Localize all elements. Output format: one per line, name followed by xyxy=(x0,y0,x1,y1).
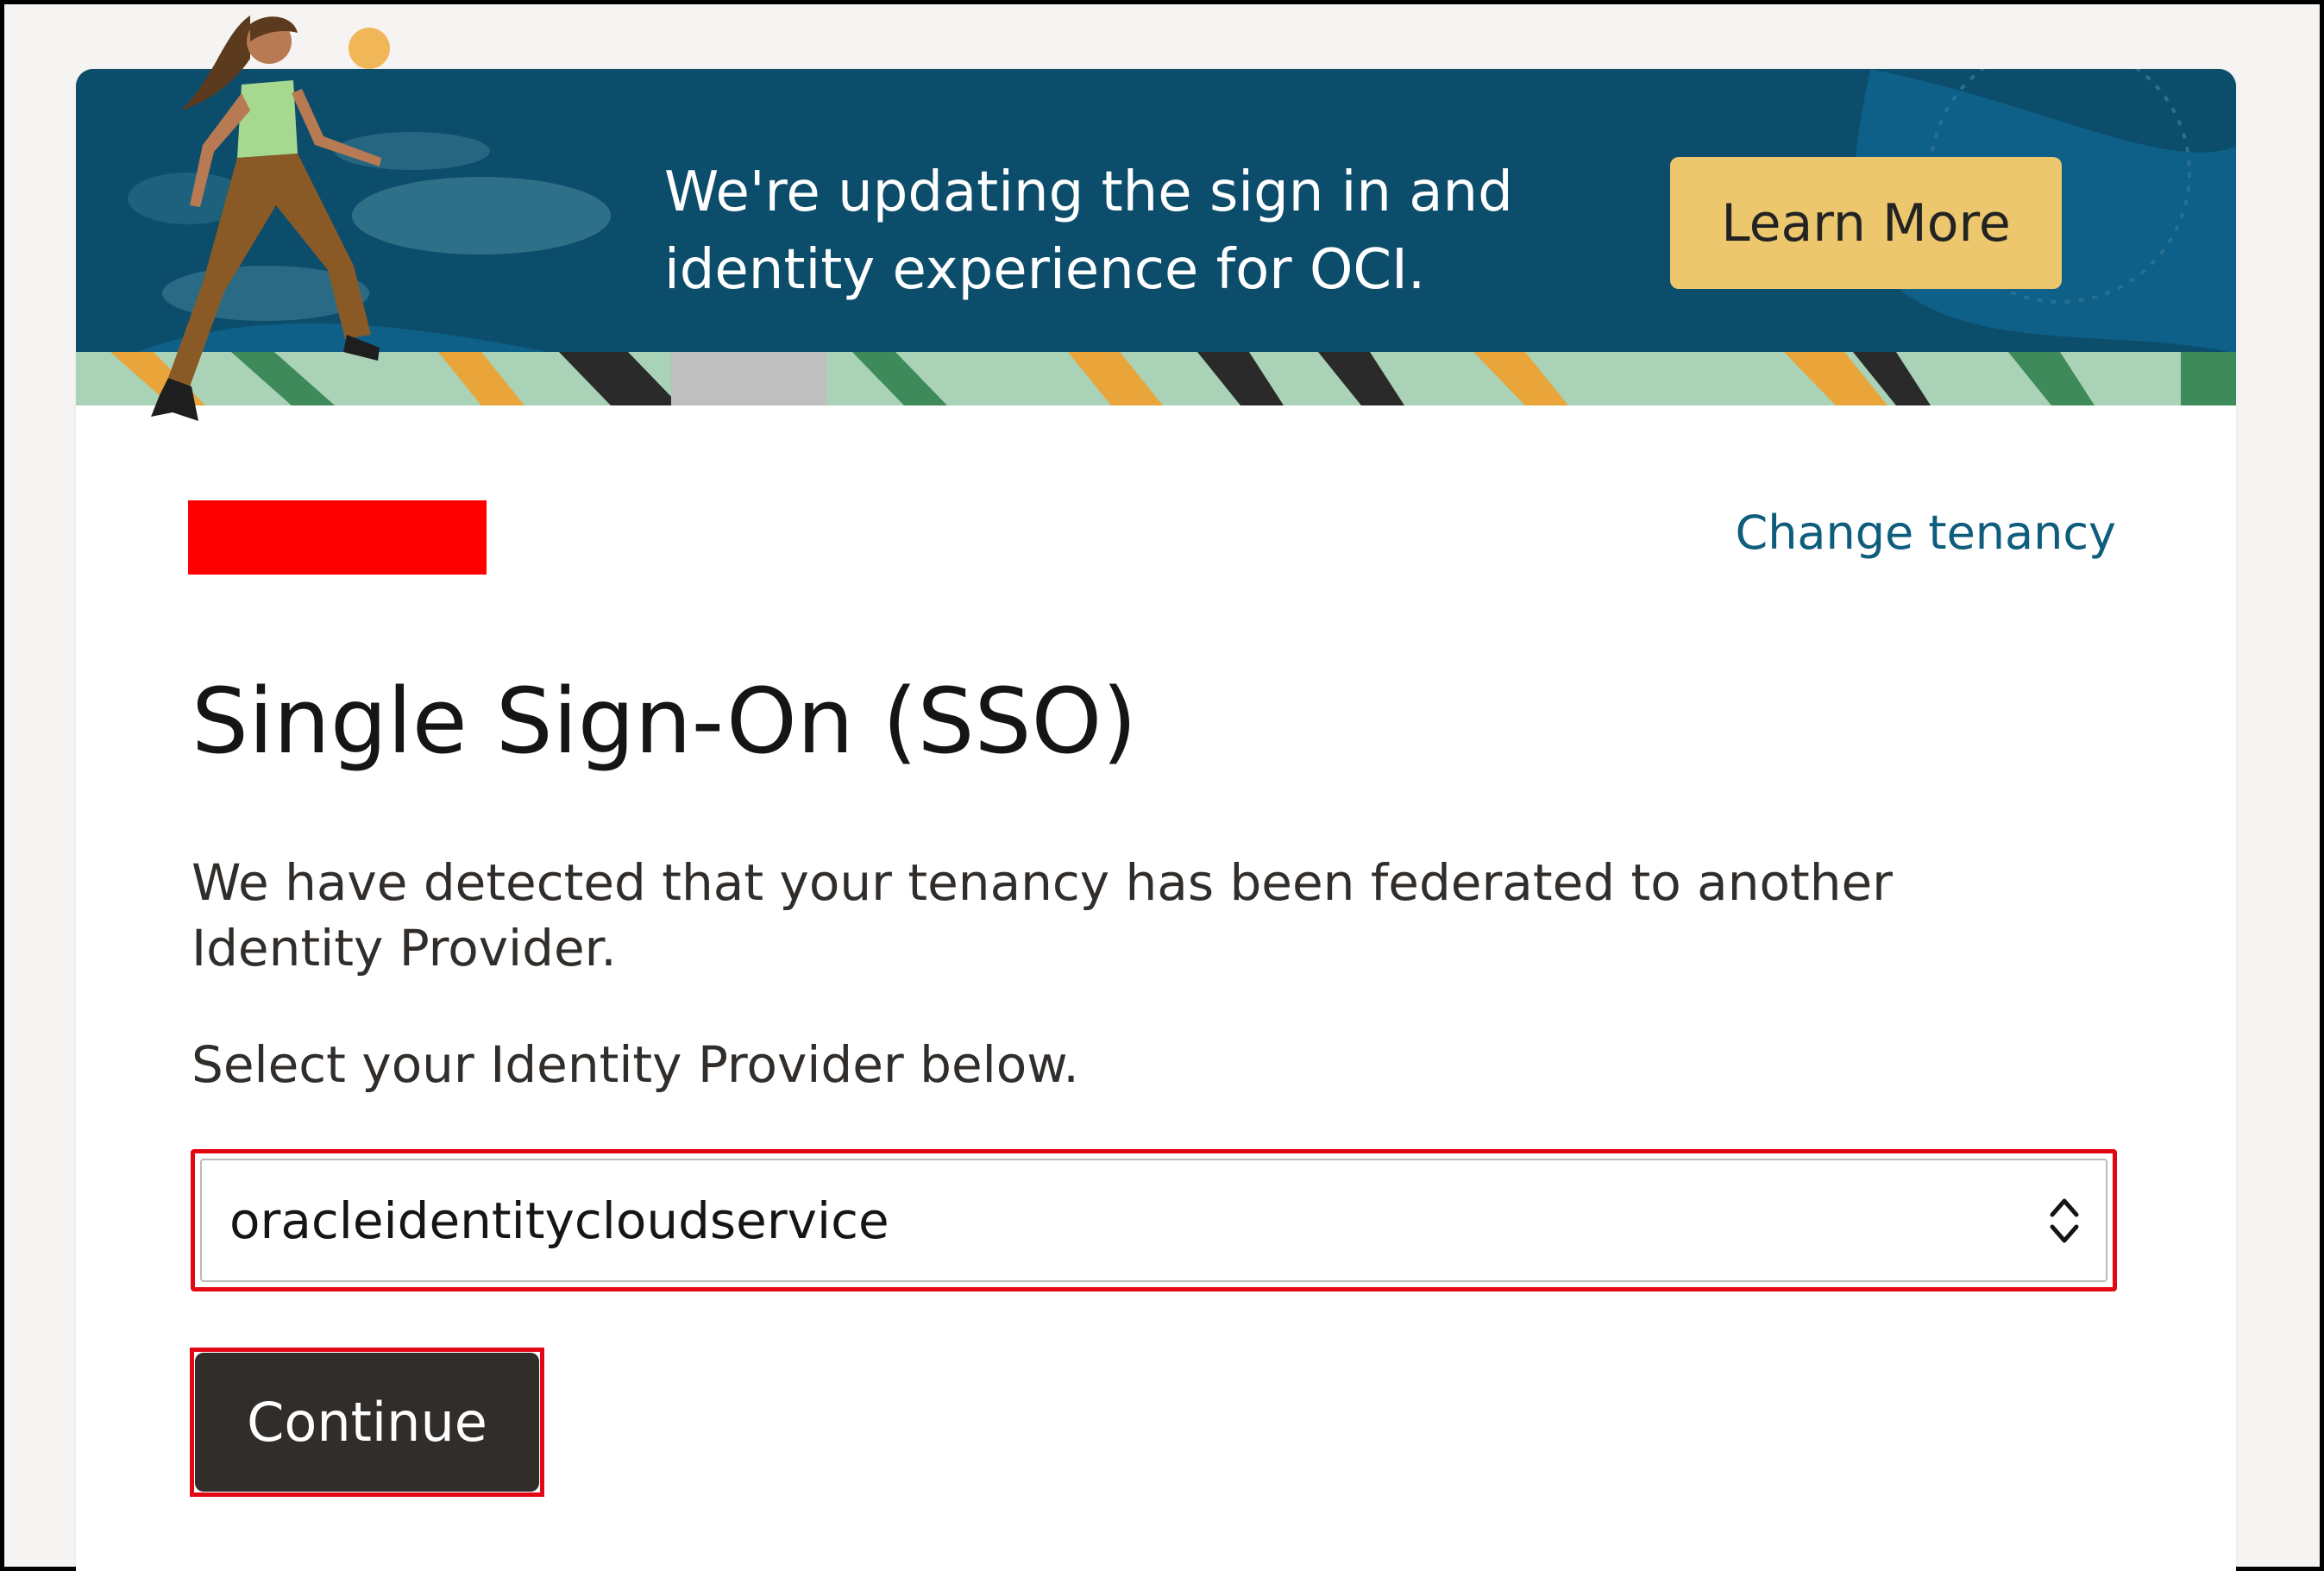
banner-line-2: identity experience for OCI. xyxy=(664,238,1426,302)
identity-provider-select[interactable]: oracleidentitycloudservice xyxy=(200,1159,2107,1282)
change-tenancy-link[interactable]: Change tenancy xyxy=(1736,506,2117,560)
federation-description: We have detected that your tenancy has b… xyxy=(192,853,1893,977)
banner-line-1: We're updating the sign in and xyxy=(664,160,1513,224)
identity-provider-highlight: oracleidentitycloudservice xyxy=(191,1149,2117,1291)
chevron-up-down-icon xyxy=(2050,1198,2079,1242)
redacted-tenancy-name xyxy=(188,500,487,575)
banner-message: We're updating the sign in and identity … xyxy=(664,154,1656,309)
identity-provider-value: oracleidentitycloudservice xyxy=(229,1191,889,1250)
page-title: Single Sign-On (SSO) xyxy=(192,669,1137,774)
continue-button[interactable]: Continue xyxy=(195,1353,539,1492)
identity-provider-prompt: Select your Identity Provider below. xyxy=(192,1035,1079,1094)
runner-illustration xyxy=(151,16,381,421)
learn-more-button[interactable]: Learn More xyxy=(1670,157,2062,289)
